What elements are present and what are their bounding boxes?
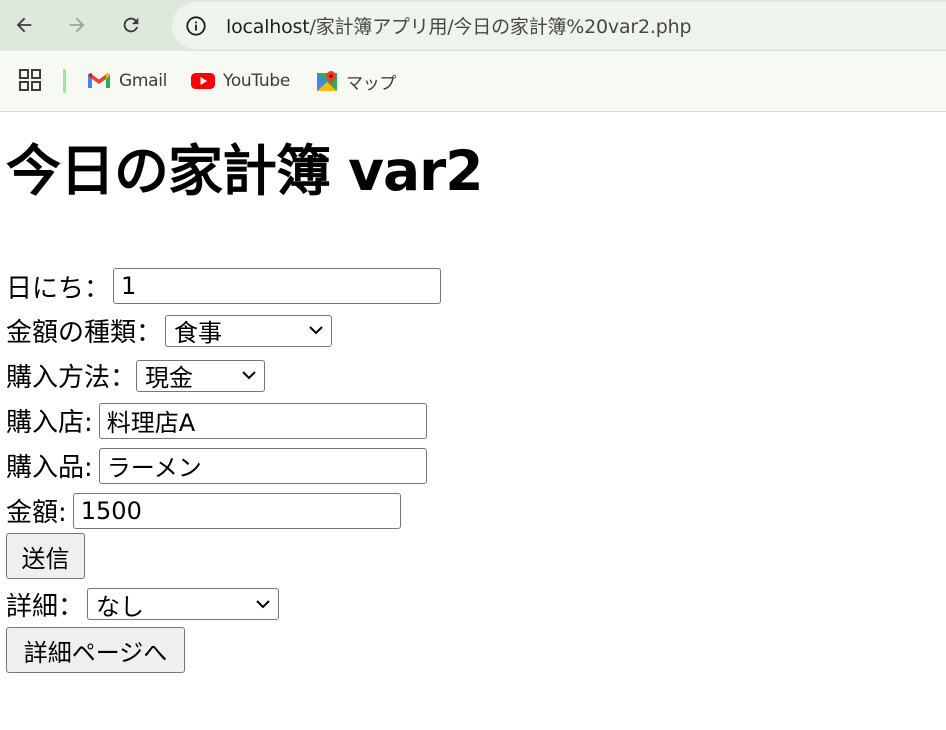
bookmark-maps[interactable]: マップ: [316, 68, 396, 94]
browser-toolbar: localhost/家計簿アプリ用/今日の家計簿%20var2.php: [0, 0, 946, 51]
bookmark-label: YouTube: [223, 71, 291, 91]
youtube-icon: [191, 73, 215, 89]
bookmarks-divider: [63, 69, 66, 93]
page-content: 今日の家計簿 var2 日にち： 1 金額の種類： 食事 購入方法： 現金 購入…: [0, 131, 946, 675]
amount-input-value: 1500: [80, 496, 142, 525]
forward-button[interactable]: [59, 7, 95, 43]
apps-grid-icon[interactable]: [19, 69, 41, 91]
item-input[interactable]: ラーメン: [98, 447, 427, 484]
bookmark-label: Gmail: [119, 71, 168, 91]
url-text[interactable]: localhost/家計簿アプリ用/今日の家計簿%20var2.php: [226, 12, 692, 39]
detail-button-row: 詳細ページへ: [6, 627, 946, 675]
method-label: 購入方法：: [6, 363, 137, 393]
address-bar[interactable]: localhost/家計簿アプリ用/今日の家計簿%20var2.php: [172, 2, 946, 49]
chevron-down-icon: [242, 371, 256, 380]
date-input[interactable]: 1: [113, 268, 442, 304]
household-budget-form: 日にち： 1 金額の種類： 食事 購入方法： 現金 購入店: 料理店A 購入品:…: [6, 264, 946, 675]
type-select[interactable]: 食事: [165, 314, 333, 347]
store-input[interactable]: 料理店A: [98, 402, 427, 439]
chevron-down-icon: [256, 599, 270, 608]
date-input-value: 1: [121, 272, 137, 300]
url-path: /家計簿アプリ用/今日の家計簿%20var2.php: [309, 16, 692, 38]
date-row: 日にち： 1: [6, 264, 946, 308]
detail-page-button[interactable]: 詳細ページへ: [6, 627, 185, 673]
reload-icon: [123, 17, 139, 33]
gmail-icon: [88, 73, 110, 88]
store-label: 購入店:: [6, 408, 93, 438]
type-label: 金額の種類：: [6, 318, 163, 348]
forward-arrow-icon: [69, 17, 85, 33]
maps-icon: [317, 71, 337, 91]
page-title: 今日の家計簿 var2: [6, 139, 484, 203]
back-button[interactable]: [6, 7, 42, 43]
method-select-value: 現金: [145, 364, 194, 392]
submit-row: 送信: [6, 533, 946, 581]
item-input-value: ラーメン: [106, 454, 202, 482]
reload-button[interactable]: [113, 7, 149, 43]
amount-row: 金額: 1500: [6, 488, 946, 533]
method-select[interactable]: 現金: [136, 359, 266, 392]
detail-row: 詳細： なし: [6, 581, 946, 627]
store-row: 購入店: 料理店A: [6, 398, 946, 443]
site-info-icon[interactable]: [184, 14, 208, 38]
amount-label: 金額:: [6, 498, 67, 528]
bookmarks-bar: Gmail YouTube マップ: [0, 51, 946, 112]
bookmark-youtube[interactable]: YouTube: [191, 68, 290, 94]
type-select-value: 食事: [174, 319, 223, 347]
back-arrow-icon: [16, 17, 32, 33]
item-row: 購入品: ラーメン: [6, 443, 946, 488]
bookmark-label: マップ: [346, 73, 397, 94]
detail-select[interactable]: なし: [87, 588, 280, 621]
bookmark-gmail[interactable]: Gmail: [87, 68, 167, 94]
date-label: 日にち：: [6, 273, 111, 304]
chevron-down-icon: [309, 326, 323, 335]
submit-button[interactable]: 送信: [6, 533, 85, 579]
store-input-value: 料理店A: [106, 409, 196, 437]
url-host: localhost: [226, 16, 310, 38]
amount-input[interactable]: 1500: [72, 492, 401, 529]
detail-label: 詳細：: [6, 591, 85, 622]
detail-select-value: なし: [96, 592, 145, 621]
method-row: 購入方法： 現金: [6, 353, 946, 398]
type-row: 金額の種類： 食事: [6, 308, 946, 353]
item-label: 購入品:: [6, 453, 93, 483]
